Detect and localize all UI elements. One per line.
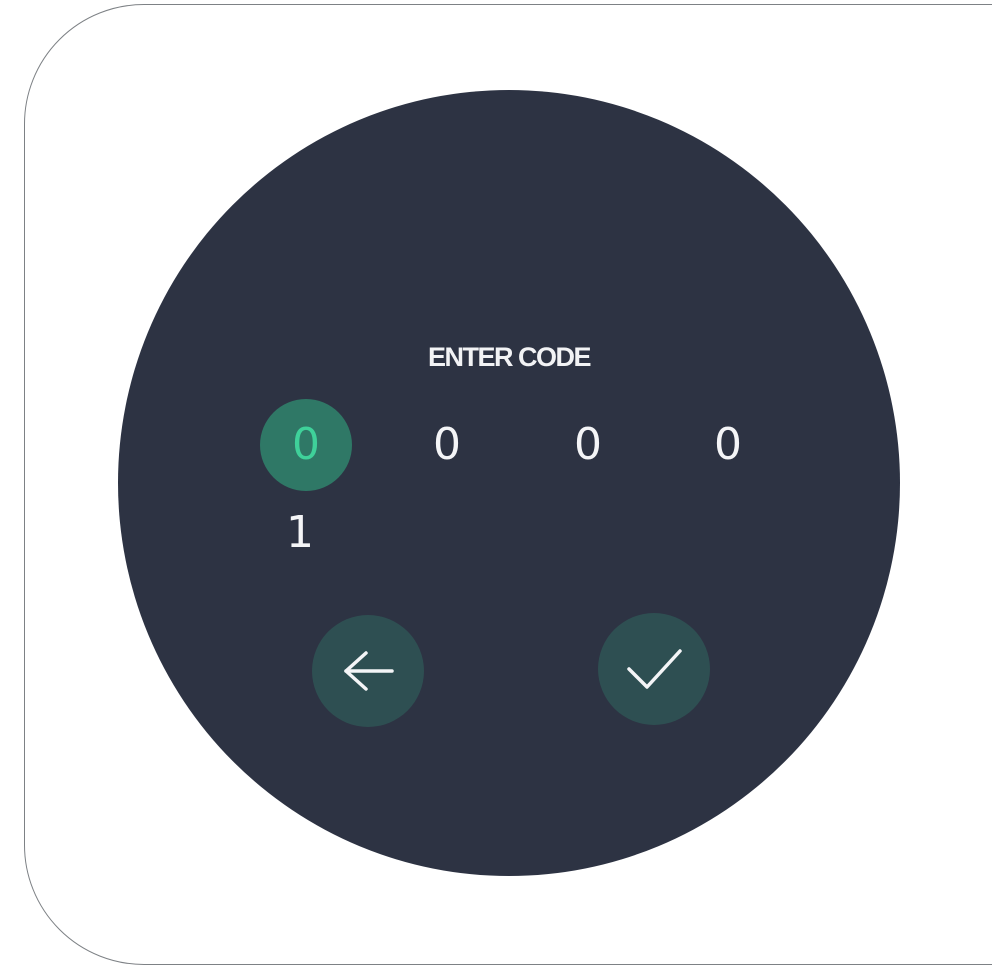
confirm-button[interactable] bbox=[598, 613, 710, 725]
back-button[interactable] bbox=[312, 615, 424, 727]
checkmark-icon bbox=[624, 645, 684, 693]
code-digit-2[interactable]: 0 bbox=[401, 399, 493, 491]
screen-title: ENTER CODE bbox=[427, 342, 592, 372]
code-digit-4[interactable]: 0 bbox=[682, 399, 774, 491]
code-digit-3[interactable]: 0 bbox=[542, 399, 634, 491]
watch-face: ENTER CODE 0 0 0 0 1 bbox=[118, 90, 900, 876]
next-value-preview[interactable]: 1 bbox=[254, 503, 346, 563]
arrow-left-icon bbox=[340, 647, 396, 695]
code-digit-1[interactable]: 0 bbox=[260, 399, 352, 491]
